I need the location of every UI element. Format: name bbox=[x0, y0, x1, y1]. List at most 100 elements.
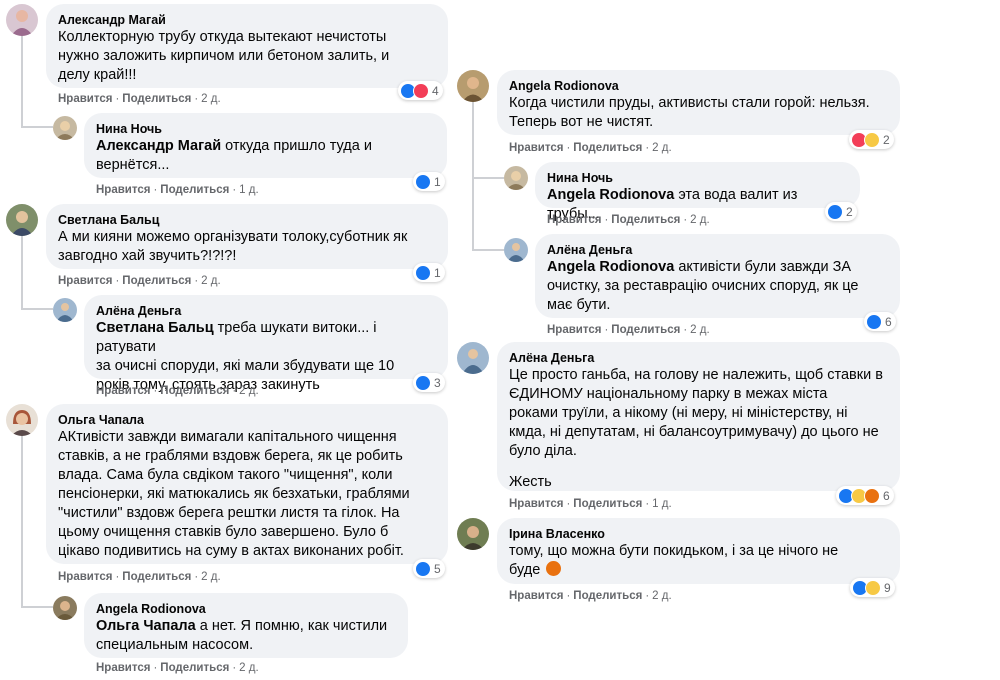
avatar[interactable] bbox=[53, 298, 77, 322]
avatar[interactable] bbox=[6, 204, 38, 236]
share-button[interactable]: Поделиться bbox=[160, 662, 229, 674]
comment-author[interactable]: Светлана Бальц bbox=[58, 212, 436, 228]
comment-bubble: Александр Магай Коллекторную трубу откуд… bbox=[46, 4, 448, 88]
reaction-summary[interactable]: 2 bbox=[825, 202, 857, 221]
mention-link[interactable]: Ольга Чапала bbox=[96, 618, 196, 634]
share-button[interactable]: Поделиться bbox=[122, 571, 191, 583]
like-button[interactable]: Нравится bbox=[509, 590, 563, 602]
like-button[interactable]: Нравится bbox=[58, 93, 112, 105]
comment-bubble: Алёна Деньга Светлана Бальц треба шукати… bbox=[84, 295, 448, 393]
avatar[interactable] bbox=[6, 4, 38, 36]
share-button[interactable]: Поделиться bbox=[160, 184, 229, 196]
like-button[interactable]: Нравится bbox=[58, 571, 112, 583]
mention-link[interactable]: Светлана Бальц bbox=[96, 320, 214, 336]
thread-line bbox=[21, 436, 23, 606]
avatar[interactable] bbox=[457, 70, 489, 102]
avatar[interactable] bbox=[504, 166, 528, 190]
comment-author[interactable]: Алёна Деньга bbox=[509, 350, 888, 366]
thread-line bbox=[472, 102, 474, 250]
comment-author[interactable]: Нина Ночь bbox=[96, 121, 435, 137]
comment-time[interactable]: 2 д. bbox=[201, 93, 221, 105]
comment-actions: Нравится · Поделиться · 2 д. bbox=[58, 275, 221, 287]
thread-line bbox=[21, 126, 53, 128]
comment-time[interactable]: 2 д. bbox=[652, 142, 672, 154]
comment-actions: Нравится · Поделиться · 2 д. bbox=[547, 324, 710, 336]
thread-line bbox=[21, 308, 53, 310]
mention-link[interactable]: Angela Rodionova bbox=[547, 259, 674, 275]
reaction-summary[interactable]: 5 bbox=[413, 559, 445, 578]
reaction-count: 1 bbox=[434, 265, 441, 280]
comment-text: Когда чистили пруды, активисты стали гор… bbox=[509, 95, 870, 130]
thread-line bbox=[21, 606, 53, 608]
mention-link[interactable]: Angela Rodionova bbox=[547, 187, 674, 203]
comment-author[interactable]: Алёна Деньга bbox=[547, 242, 888, 258]
reaction-summary[interactable]: 9 bbox=[850, 578, 895, 597]
angry-emoji-icon bbox=[546, 561, 562, 576]
comment-author[interactable]: Ірина Власенко bbox=[509, 526, 888, 542]
like-button[interactable]: Нравится bbox=[509, 142, 563, 154]
comment-time[interactable]: 2 д. bbox=[690, 214, 710, 226]
comment-time[interactable]: 2 д. bbox=[652, 590, 672, 602]
comment-bubble: Алёна Деньга Angela Rodionova активісти … bbox=[535, 234, 900, 318]
share-button[interactable]: Поделиться bbox=[573, 142, 642, 154]
comment-time[interactable]: 2 д. bbox=[239, 385, 259, 397]
like-button[interactable]: Нравится bbox=[547, 324, 601, 336]
comment-time[interactable]: 2 д. bbox=[690, 324, 710, 336]
like-button[interactable]: Нравится bbox=[509, 498, 563, 510]
comment-bubble: Angela Rodionova Когда чистили пруды, ак… bbox=[497, 70, 900, 135]
share-button[interactable]: Поделиться bbox=[122, 93, 191, 105]
reaction-summary[interactable]: 6 bbox=[836, 486, 894, 505]
comment-author[interactable]: Нина Ночь bbox=[547, 170, 848, 186]
comment-author[interactable]: Александр Магай bbox=[58, 12, 436, 28]
like-reaction-icon bbox=[415, 173, 431, 190]
reaction-count: 1 bbox=[434, 174, 441, 189]
share-button[interactable]: Поделиться bbox=[160, 385, 229, 397]
comment-author[interactable]: Ольга Чапала bbox=[58, 412, 436, 428]
comment-time[interactable]: 2 д. bbox=[201, 571, 221, 583]
sad-reaction-icon bbox=[865, 579, 881, 596]
comment-actions: Нравится · Поделиться · 1 д. bbox=[96, 184, 259, 196]
comment-text: Коллекторную трубу откуда вытекают нечис… bbox=[58, 29, 390, 83]
share-button[interactable]: Поделиться bbox=[573, 498, 642, 510]
share-button[interactable]: Поделиться bbox=[122, 275, 191, 287]
like-button[interactable]: Нравится bbox=[58, 275, 112, 287]
like-button[interactable]: Нравится bbox=[96, 385, 150, 397]
share-button[interactable]: Поделиться bbox=[611, 324, 680, 336]
mention-link[interactable]: Александр Магай bbox=[96, 138, 221, 154]
avatar[interactable] bbox=[53, 116, 77, 140]
reaction-summary[interactable]: 6 bbox=[864, 312, 896, 331]
share-button[interactable]: Поделиться bbox=[573, 590, 642, 602]
avatar[interactable] bbox=[504, 238, 528, 262]
reaction-count: 6 bbox=[883, 488, 890, 503]
comment-time[interactable]: 1 д. bbox=[239, 184, 259, 196]
reaction-summary[interactable]: 3 bbox=[413, 373, 445, 392]
like-button[interactable]: Нравится bbox=[547, 214, 601, 226]
reaction-summary[interactable]: 1 bbox=[413, 263, 445, 282]
comment-text: А ми кияни можемо організувати толоку,су… bbox=[58, 229, 408, 264]
comment-time[interactable]: 2 д. bbox=[239, 662, 259, 674]
like-reaction-icon bbox=[827, 203, 843, 220]
comment-time[interactable]: 1 д. bbox=[652, 498, 672, 510]
comment-author[interactable]: Алёна Деньга bbox=[96, 303, 436, 319]
comment-actions: Нравится · Поделиться · 2 д. bbox=[96, 385, 259, 397]
reaction-count: 5 bbox=[434, 561, 441, 576]
comment-author[interactable]: Angela Rodionova bbox=[96, 601, 396, 617]
like-reaction-icon bbox=[415, 374, 431, 391]
comment-author[interactable]: Angela Rodionova bbox=[509, 78, 888, 94]
share-button[interactable]: Поделиться bbox=[611, 214, 680, 226]
comment-time[interactable]: 2 д. bbox=[201, 275, 221, 287]
avatar[interactable] bbox=[6, 404, 38, 436]
reaction-summary[interactable]: 2 bbox=[849, 130, 894, 149]
love-reaction-icon bbox=[413, 82, 429, 99]
like-button[interactable]: Нравится bbox=[96, 662, 150, 674]
comment-bubble: Алёна Деньга Це просто ганьба, на голову… bbox=[497, 342, 900, 491]
avatar[interactable] bbox=[457, 518, 489, 550]
reaction-summary[interactable]: 4 bbox=[398, 81, 443, 100]
reaction-count: 6 bbox=[885, 314, 892, 329]
reaction-summary[interactable]: 1 bbox=[413, 172, 445, 191]
avatar[interactable] bbox=[457, 342, 489, 374]
like-button[interactable]: Нравится bbox=[96, 184, 150, 196]
avatar[interactable] bbox=[53, 596, 77, 620]
haha-reaction-icon bbox=[864, 131, 880, 148]
comment-bubble: Ірина Власенко тому, що можна бути покид… bbox=[497, 518, 900, 584]
